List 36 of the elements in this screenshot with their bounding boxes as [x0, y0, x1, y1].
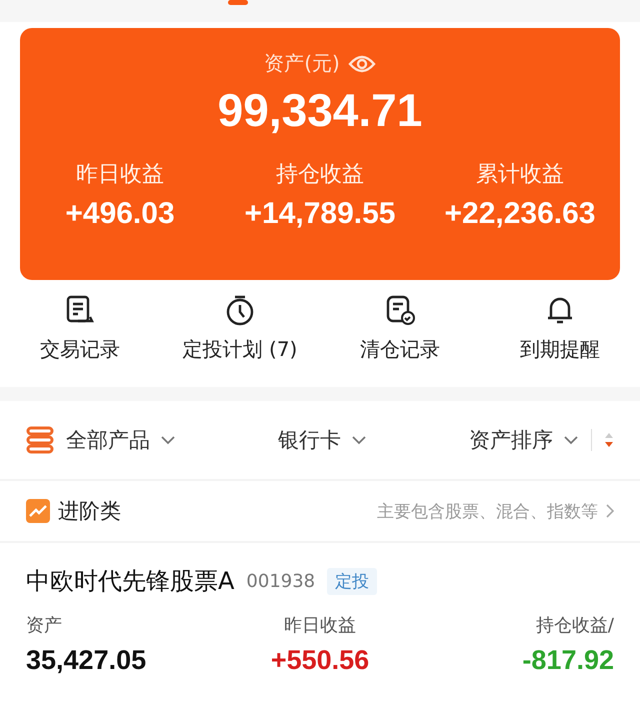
shortcut-button[interactable]: 定投计划 (7) — [182, 294, 298, 363]
chevron-right-icon — [606, 504, 614, 518]
chevron-down-icon — [351, 435, 367, 445]
fund-code: 001938 — [246, 570, 316, 592]
category-title: 进阶类 — [58, 498, 121, 525]
stat-label: 昨日收益 — [76, 161, 164, 189]
metric-value: 35,427.05 — [26, 645, 148, 676]
metric-label: 持仓收益/ — [536, 614, 614, 637]
trend-icon — [26, 499, 50, 523]
shortcut-button[interactable]: 交易记录 — [40, 294, 120, 363]
sort-icon[interactable] — [604, 432, 614, 448]
chevron-down-icon — [563, 435, 579, 445]
metric-label: 资产 — [26, 614, 63, 637]
list-icon — [26, 426, 54, 454]
shortcut-button[interactable]: 清仓记录 — [360, 294, 440, 363]
stat-value: +14,789.55 — [244, 197, 396, 231]
timer-icon — [224, 294, 256, 326]
eye-icon[interactable] — [348, 54, 376, 74]
metric-label: 昨日收益 — [284, 614, 356, 637]
asset-label: 资产(元) — [264, 50, 340, 77]
metric-value: -817.92 — [522, 645, 614, 676]
total-assets: 99,334.71 — [218, 83, 422, 137]
plan-tag: 定投 — [327, 568, 378, 594]
filter-dropdown[interactable]: 银行卡 — [278, 426, 367, 454]
filter-dropdown[interactable]: 资产排序 — [469, 426, 579, 454]
fund-name[interactable]: 中欧时代先锋股票A — [26, 565, 234, 597]
chevron-down-icon — [160, 435, 176, 445]
document-check-icon — [384, 294, 416, 326]
stat-label: 累计收益 — [476, 161, 564, 189]
stat-value: +496.03 — [65, 197, 175, 231]
stat-label: 持仓收益 — [276, 161, 364, 189]
shortcut-button[interactable]: 到期提醒 — [520, 294, 600, 363]
metric-value: +550.56 — [270, 645, 370, 676]
tab-indicator — [228, 0, 248, 5]
stat-value: +22,236.63 — [444, 197, 596, 231]
filter-dropdown[interactable]: 全部产品 — [66, 426, 176, 454]
